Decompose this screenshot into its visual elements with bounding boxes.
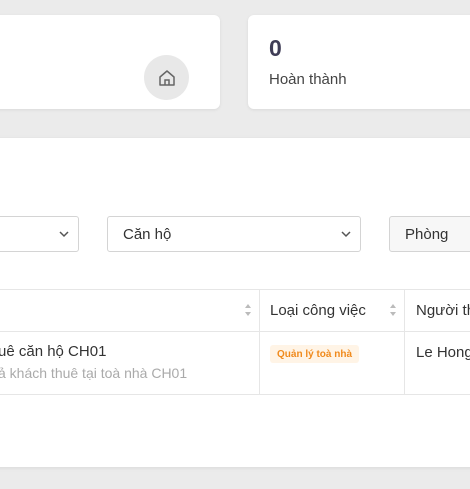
header-task-type[interactable]: Loại công việc (270, 290, 366, 331)
table-header-border (0, 331, 470, 332)
column-separator (259, 290, 260, 394)
task-description: ả khách thuê tại toà nhà CH01 (0, 365, 188, 381)
stat-completed-value: 0 (269, 35, 282, 61)
filter-apartment-value: Căn hộ (123, 225, 172, 243)
stat-card-left (0, 15, 220, 109)
table-top-border (0, 289, 470, 290)
sort-icon[interactable] (389, 303, 397, 317)
filter-room-select[interactable]: Phòng (389, 216, 470, 252)
header-person[interactable]: Người th (416, 290, 470, 331)
column-separator (404, 290, 405, 394)
task-list-panel (0, 138, 470, 467)
filter-apartment-select[interactable]: Căn hộ (107, 216, 361, 252)
task-person: Le Hong (416, 344, 470, 361)
stat-completed-label: Hoàn thành (269, 71, 347, 88)
home-icon (144, 55, 189, 100)
filter-room-value: Phòng (405, 225, 449, 243)
chevron-down-icon (341, 231, 351, 238)
filter-select-1[interactable] (0, 216, 79, 252)
task-title: uê căn hộ CH01 (0, 343, 107, 360)
stat-card-completed: 0 Hoàn thành (248, 15, 470, 109)
table-row-border (0, 394, 470, 395)
task-type-tag: Quản lý toà nhà (270, 345, 360, 363)
sort-icon[interactable] (244, 303, 252, 317)
chevron-down-icon (59, 231, 69, 238)
